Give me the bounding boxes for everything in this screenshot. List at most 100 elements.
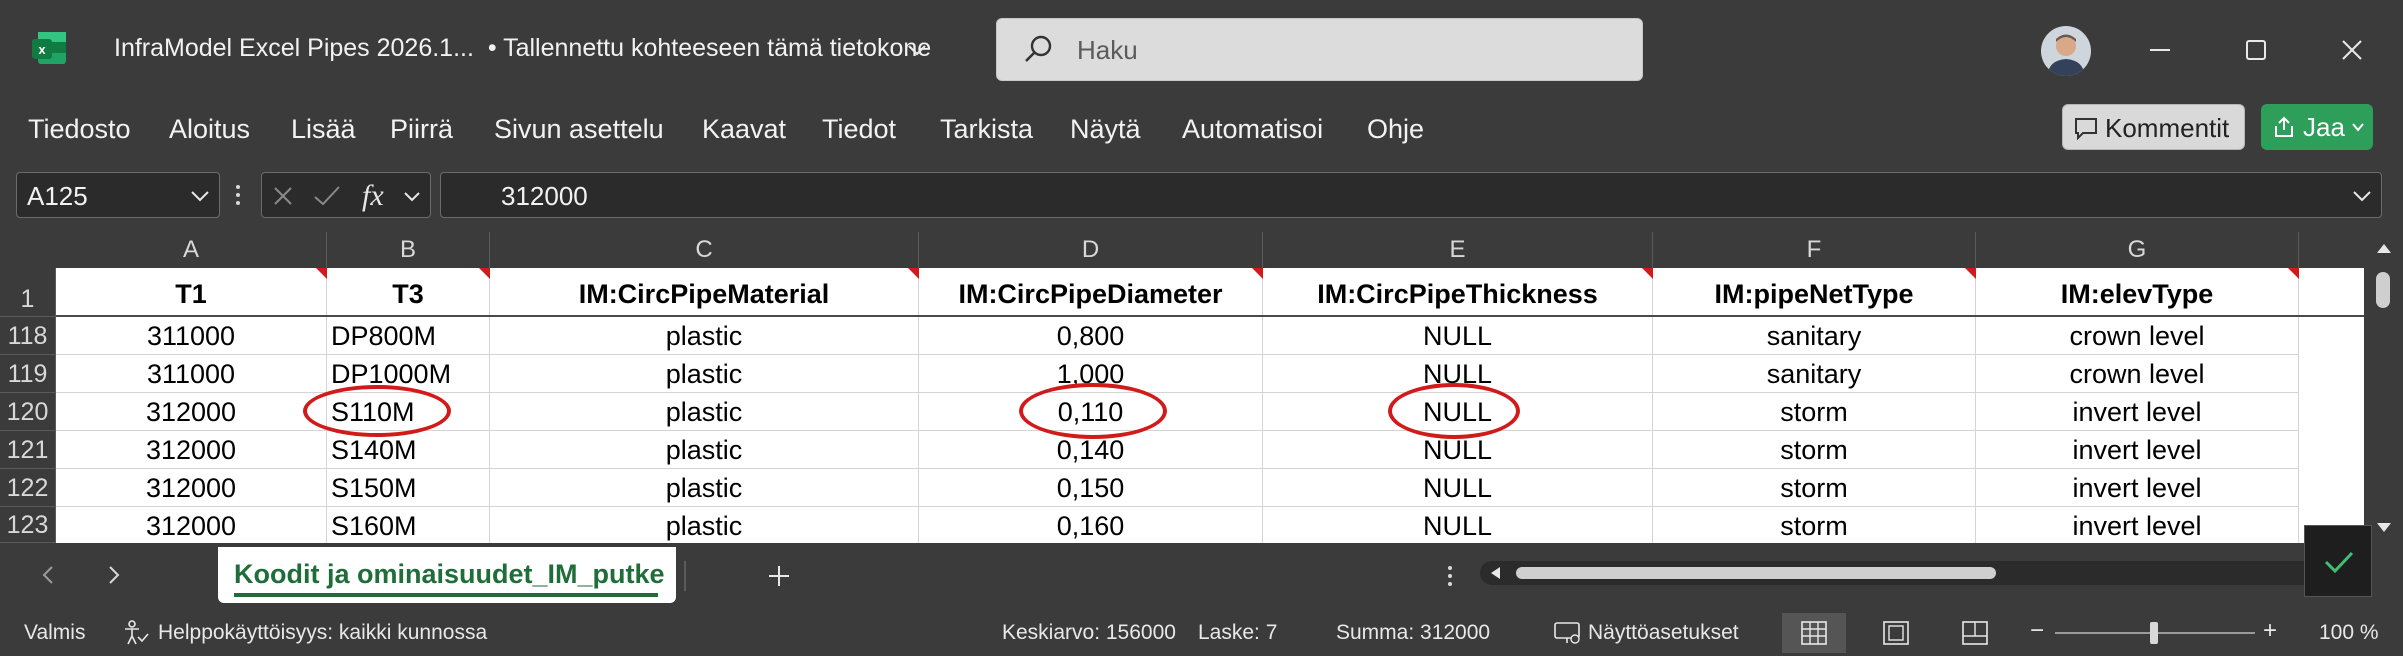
zoom-level[interactable]: 100 % <box>2319 621 2379 645</box>
page-layout-view-icon[interactable] <box>1882 620 1910 646</box>
comments-button[interactable]: Kommentit <box>2062 104 2245 150</box>
zoom-in-icon[interactable]: + <box>2263 617 2277 645</box>
maximize-icon[interactable] <box>2230 24 2282 76</box>
header-cell[interactable]: IM:elevType <box>1976 268 2299 316</box>
zoom-out-icon[interactable]: − <box>2030 617 2044 645</box>
column-header-g[interactable]: G <box>1976 232 2299 268</box>
row-header[interactable]: 118 <box>0 317 56 355</box>
cell[interactable]: 312000 <box>56 393 327 431</box>
close-icon[interactable] <box>2326 24 2378 76</box>
minimize-icon[interactable] <box>2134 24 2186 76</box>
cell[interactable]: NULL <box>1263 507 1653 543</box>
header-cell[interactable]: IM:CircPipeThickness <box>1263 268 1653 316</box>
row-header[interactable]: 1 <box>0 268 56 317</box>
cell[interactable]: 0,160 <box>919 507 1263 543</box>
cell[interactable]: NULL <box>1263 469 1653 507</box>
chevron-down-icon[interactable] <box>402 189 422 205</box>
avatar[interactable] <box>2041 26 2091 76</box>
comment-indicator[interactable] <box>2288 268 2299 279</box>
search-box[interactable] <box>996 18 1643 81</box>
cell[interactable]: invert level <box>1976 431 2299 469</box>
menu-view[interactable]: Näytä <box>1070 114 1141 145</box>
scroll-down-icon[interactable] <box>2374 520 2394 536</box>
cell[interactable]: crown level <box>1976 355 2299 393</box>
more-options-icon[interactable] <box>232 182 244 208</box>
status-sum[interactable]: Summa: 312000 <box>1336 621 1490 645</box>
accept-button[interactable] <box>2304 525 2372 597</box>
scroll-thumb[interactable] <box>1516 567 1996 579</box>
enter-check-icon[interactable] <box>312 183 342 209</box>
cell[interactable]: invert level <box>1976 469 2299 507</box>
header-cell[interactable]: IM:CircPipeMaterial <box>490 268 919 316</box>
cell[interactable]: storm <box>1653 507 1976 543</box>
cell[interactable]: sanitary <box>1653 317 1976 355</box>
menu-review[interactable]: Tarkista <box>940 114 1033 145</box>
menu-help[interactable]: Ohje <box>1367 114 1424 145</box>
chevron-left-icon[interactable] <box>38 563 58 587</box>
menu-insert[interactable]: Lisää <box>291 114 356 145</box>
accessibility-status[interactable]: Helppokäyttöisyys: kaikki kunnossa <box>158 621 487 645</box>
insert-function-icon[interactable]: fx <box>362 179 384 213</box>
comment-indicator[interactable] <box>908 268 919 279</box>
menu-data[interactable]: Tiedot <box>822 114 896 145</box>
sheet-tab-active[interactable]: Koodit ja ominaisuudet_IM_putke <box>218 547 676 603</box>
cell[interactable]: S140M <box>327 431 490 469</box>
comment-indicator[interactable] <box>1642 268 1653 279</box>
page-break-view-icon[interactable] <box>1961 620 1989 646</box>
search-input[interactable] <box>1077 31 1597 69</box>
cell[interactable]: 311000 <box>56 317 327 355</box>
cell[interactable]: NULL <box>1263 317 1653 355</box>
cell[interactable]: plastic <box>490 393 919 431</box>
cell[interactable]: invert level <box>1976 507 2299 543</box>
accessibility-icon[interactable] <box>122 619 150 647</box>
cell[interactable]: plastic <box>490 431 919 469</box>
row-header[interactable]: 119 <box>0 355 56 393</box>
chevron-down-icon[interactable] <box>189 187 211 205</box>
column-header-d[interactable]: D <box>919 232 1263 268</box>
column-header-a[interactable]: A <box>56 232 327 268</box>
comment-indicator[interactable] <box>479 268 490 279</box>
display-settings-icon[interactable] <box>1553 619 1583 647</box>
formula-input[interactable]: 312000 <box>440 172 2382 218</box>
name-box[interactable]: A125 <box>16 172 220 218</box>
menu-draw[interactable]: Piirrä <box>390 114 453 145</box>
expand-formula-icon[interactable] <box>2351 187 2373 205</box>
menu-home[interactable]: Aloitus <box>169 114 250 145</box>
cell[interactable]: sanitary <box>1653 355 1976 393</box>
column-header-e[interactable]: E <box>1263 232 1653 268</box>
row-header[interactable]: 120 <box>0 393 56 431</box>
column-header-f[interactable]: F <box>1653 232 1976 268</box>
menu-formulas[interactable]: Kaavat <box>702 114 786 145</box>
cell[interactable]: plastic <box>490 355 919 393</box>
cancel-icon[interactable] <box>270 183 296 209</box>
menu-automate[interactable]: Automatisoi <box>1182 114 1323 145</box>
horizontal-scrollbar[interactable] <box>1480 561 2340 585</box>
row-header[interactable]: 121 <box>0 431 56 469</box>
cell[interactable]: 0,150 <box>919 469 1263 507</box>
display-settings-label[interactable]: Näyttöasetukset <box>1588 621 1739 645</box>
status-count[interactable]: Laske: 7 <box>1198 621 1277 645</box>
cell[interactable]: plastic <box>490 507 919 543</box>
cell[interactable]: invert level <box>1976 393 2299 431</box>
cell[interactable]: plastic <box>490 317 919 355</box>
cell[interactable]: plastic <box>490 469 919 507</box>
vertical-scrollbar[interactable] <box>2364 232 2403 543</box>
normal-view-button[interactable] <box>1782 613 1846 653</box>
cell[interactable]: 312000 <box>56 431 327 469</box>
add-sheet-icon[interactable] <box>766 563 792 589</box>
header-cell[interactable]: T1 <box>56 268 327 316</box>
cell[interactable]: storm <box>1653 431 1976 469</box>
cell[interactable]: 0,800 <box>919 317 1263 355</box>
comment-indicator[interactable] <box>316 268 327 279</box>
menu-file[interactable]: Tiedosto <box>28 114 131 145</box>
menu-page-layout[interactable]: Sivun asettelu <box>494 114 664 145</box>
status-average[interactable]: Keskiarvo: 156000 <box>1002 621 1176 645</box>
chevron-right-icon[interactable] <box>104 563 124 587</box>
cell[interactable]: S160M <box>327 507 490 543</box>
row-header[interactable]: 123 <box>0 507 56 543</box>
cell[interactable]: storm <box>1653 469 1976 507</box>
share-button[interactable]: Jaa <box>2261 104 2373 150</box>
cell[interactable]: 311000 <box>56 355 327 393</box>
scroll-thumb[interactable] <box>2376 272 2390 308</box>
cell[interactable]: DP800M <box>327 317 490 355</box>
